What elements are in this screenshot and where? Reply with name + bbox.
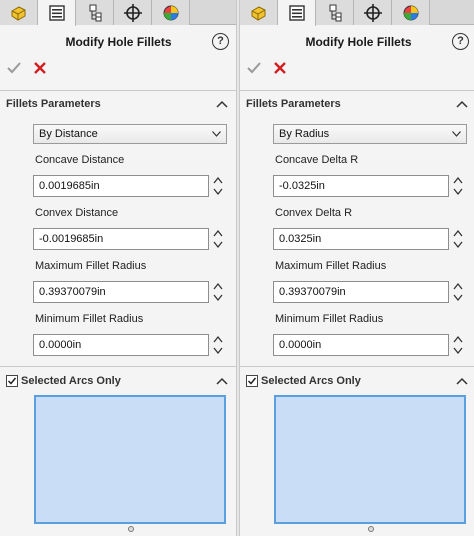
divider <box>240 366 474 367</box>
collapse-chevron-up-icon[interactable] <box>216 377 228 385</box>
max-fillet-radius-input[interactable]: 0.39370079in <box>273 281 449 303</box>
spinner-arrows-icon <box>213 176 223 196</box>
fillet-mode-select[interactable]: By Distance <box>33 124 227 144</box>
cancel-x-icon[interactable] <box>33 61 47 75</box>
divider <box>0 90 236 91</box>
max-fillet-radius-spinner[interactable] <box>452 281 464 303</box>
spinner-arrows-icon <box>213 335 223 355</box>
checkmark-icon <box>7 377 17 385</box>
tab-dimxpert[interactable] <box>114 0 152 25</box>
max-fillet-radius-label: Maximum Fillet Radius <box>275 260 387 272</box>
ok-check-icon[interactable] <box>247 61 261 75</box>
selected-arcs-only-checkbox[interactable] <box>6 375 18 387</box>
selected-arcs-listbox[interactable] <box>274 395 466 524</box>
spinner-arrows-icon <box>213 229 223 249</box>
spinner-arrows-icon <box>213 282 223 302</box>
concave-delta-r-input[interactable]: -0.0325in <box>273 175 449 197</box>
property-manager-panel-right: Modify Hole Fillets ? Fillets Parameters… <box>239 0 474 536</box>
dimxpert-icon <box>123 3 142 22</box>
convex-distance-input[interactable]: -0.0019685in <box>33 228 209 250</box>
chevron-down-icon <box>212 131 221 137</box>
tab-feature-manager[interactable] <box>240 0 278 25</box>
min-fillet-radius-label: Minimum Fillet Radius <box>275 313 384 325</box>
selected-arcs-only-label[interactable]: Selected Arcs Only <box>21 375 121 387</box>
min-fillet-radius-spinner[interactable] <box>452 334 464 356</box>
panel-title: Modify Hole Fillets <box>305 35 412 49</box>
chevron-down-icon <box>452 131 461 137</box>
listbox-resize-handle[interactable] <box>128 526 134 532</box>
panel-header: Modify Hole Fillets ? <box>0 30 236 54</box>
min-fillet-radius-spinner[interactable] <box>212 334 224 356</box>
listbox-resize-handle[interactable] <box>368 526 374 532</box>
collapse-chevron-up-icon[interactable] <box>456 100 468 108</box>
collapse-chevron-up-icon[interactable] <box>456 377 468 385</box>
concave-distance-spinner[interactable] <box>212 175 224 197</box>
concave-delta-r-spinner[interactable] <box>452 175 464 197</box>
tab-display-manager[interactable] <box>152 0 190 25</box>
feature-manager-icon <box>11 5 25 21</box>
max-fillet-radius-spinner[interactable] <box>212 281 224 303</box>
selected-arcs-only-label[interactable]: Selected Arcs Only <box>261 375 361 387</box>
spinner-arrows-icon <box>453 335 463 355</box>
configuration-manager-icon <box>89 4 101 21</box>
panel-tab-bar <box>240 0 474 26</box>
tab-property-manager[interactable] <box>38 0 76 26</box>
help-icon[interactable]: ? <box>212 33 229 50</box>
convex-delta-r-label: Convex Delta R <box>275 207 353 219</box>
dimxpert-icon <box>363 3 382 22</box>
max-fillet-radius-input[interactable]: 0.39370079in <box>33 281 209 303</box>
panel-header: Modify Hole Fillets ? <box>240 30 474 54</box>
property-manager-icon <box>48 5 65 21</box>
section-title-fillets-parameters: Fillets Parameters <box>246 98 341 110</box>
tab-dimxpert[interactable] <box>354 0 392 25</box>
convex-delta-r-spinner[interactable] <box>452 228 464 250</box>
checkmark-icon <box>247 377 257 385</box>
concave-distance-label: Concave Distance <box>35 154 125 166</box>
min-fillet-radius-input[interactable]: 0.0000in <box>33 334 209 356</box>
section-title-fillets-parameters: Fillets Parameters <box>6 98 101 110</box>
display-manager-icon <box>163 5 178 20</box>
tab-configuration-manager[interactable] <box>76 0 114 25</box>
feature-manager-icon <box>251 5 265 21</box>
min-fillet-radius-input[interactable]: 0.0000in <box>273 334 449 356</box>
concave-delta-r-label: Concave Delta R <box>275 154 359 166</box>
tab-display-manager[interactable] <box>392 0 430 25</box>
fillet-mode-value: By Distance <box>39 128 98 140</box>
tab-property-manager[interactable] <box>278 0 316 26</box>
help-icon[interactable]: ? <box>452 33 469 50</box>
cancel-x-icon[interactable] <box>273 61 287 75</box>
collapse-chevron-up-icon[interactable] <box>216 100 228 108</box>
spinner-arrows-icon <box>453 229 463 249</box>
selected-arcs-listbox[interactable] <box>34 395 226 524</box>
panel-tab-bar <box>0 0 236 26</box>
panel-title: Modify Hole Fillets <box>65 35 172 49</box>
divider <box>240 90 474 91</box>
convex-distance-label: Convex Distance <box>35 207 119 219</box>
property-manager-icon <box>288 5 305 21</box>
spinner-arrows-icon <box>453 282 463 302</box>
tab-configuration-manager[interactable] <box>316 0 354 25</box>
fillet-mode-select[interactable]: By Radius <box>273 124 467 144</box>
display-manager-icon <box>403 5 418 20</box>
divider <box>0 366 236 367</box>
tab-feature-manager[interactable] <box>0 0 38 25</box>
ok-check-icon[interactable] <box>7 61 21 75</box>
min-fillet-radius-label: Minimum Fillet Radius <box>35 313 144 325</box>
property-manager-panel-left: Modify Hole Fillets ? Fillets Parameters… <box>0 0 237 536</box>
selected-arcs-only-checkbox[interactable] <box>246 375 258 387</box>
spinner-arrows-icon <box>453 176 463 196</box>
convex-distance-spinner[interactable] <box>212 228 224 250</box>
max-fillet-radius-label: Maximum Fillet Radius <box>35 260 147 272</box>
convex-delta-r-input[interactable]: 0.0325in <box>273 228 449 250</box>
configuration-manager-icon <box>329 4 341 21</box>
fillet-mode-value: By Radius <box>279 128 330 140</box>
concave-distance-input[interactable]: 0.0019685in <box>33 175 209 197</box>
